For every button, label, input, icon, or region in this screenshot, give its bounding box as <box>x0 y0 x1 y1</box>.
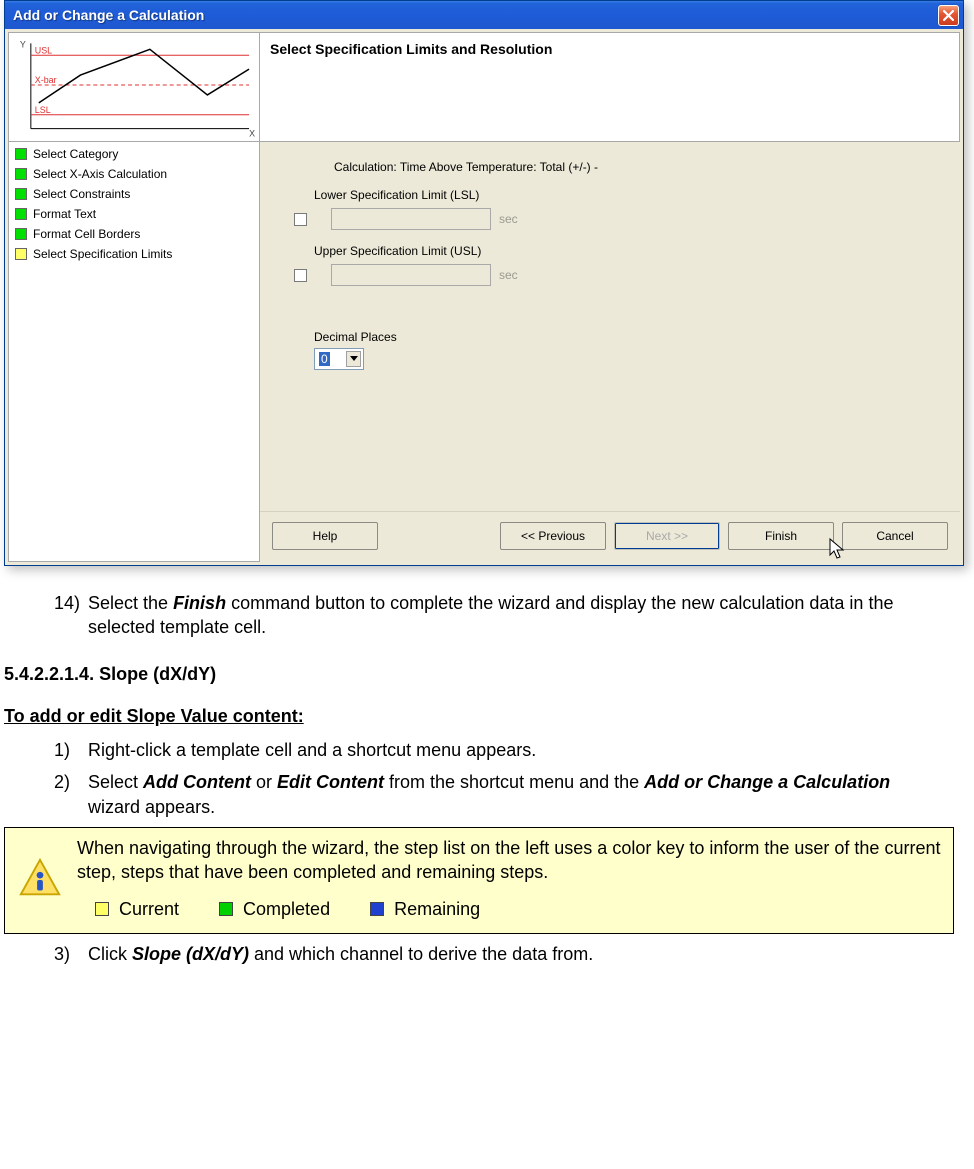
document-body: 14) Select the Finish command button to … <box>4 591 970 966</box>
step-swatch-icon <box>15 148 27 160</box>
usl-checkbox[interactable] <box>294 269 307 282</box>
wizard-left-column: Y X USL X-bar LSL Select Category Select… <box>8 32 260 562</box>
cancel-button[interactable]: Cancel <box>842 522 948 550</box>
list-number: 2) <box>54 770 82 819</box>
key-current: Current <box>95 897 179 921</box>
close-button[interactable] <box>938 5 959 26</box>
step-label: Select Category <box>33 145 118 163</box>
step-swatch-icon <box>15 208 27 220</box>
note-paragraph: When navigating through the wizard, the … <box>77 836 947 885</box>
decimal-places-value: 0 <box>319 352 330 366</box>
step-item-xaxis[interactable]: Select X-Axis Calculation <box>9 164 259 184</box>
step-swatch-icon <box>15 248 27 260</box>
decimal-places-select[interactable]: 0 <box>314 348 364 370</box>
step-item-format-borders[interactable]: Format Cell Borders <box>9 224 259 244</box>
usl-label: Upper Specification Limit (USL) <box>314 244 930 258</box>
key-remaining: Remaining <box>370 897 480 921</box>
window-title: Add or Change a Calculation <box>13 7 204 23</box>
step-label: Select Specification Limits <box>33 245 172 263</box>
usl-unit: sec <box>499 268 518 282</box>
list-text: Select Add Content or Edit Content from … <box>88 770 934 819</box>
swatch-green-icon <box>219 902 233 916</box>
lsl-checkbox[interactable] <box>294 213 307 226</box>
note-text-body: When navigating through the wizard, the … <box>77 836 947 921</box>
chevron-down-icon <box>346 351 361 367</box>
help-button[interactable]: Help <box>272 522 378 550</box>
list-number: 3) <box>54 942 82 966</box>
swatch-yellow-icon <box>95 902 109 916</box>
step-label: Select X-Axis Calculation <box>33 165 167 183</box>
step-swatch-icon <box>15 188 27 200</box>
finish-button[interactable]: Finish <box>728 522 834 550</box>
panel-body: Calculation: Time Above Temperature: Tot… <box>260 142 960 511</box>
step-swatch-icon <box>15 168 27 180</box>
step-label: Select Constraints <box>33 185 130 203</box>
wizard-dialog: Add or Change a Calculation Y X USL <box>4 0 964 566</box>
step-label: Format Cell Borders <box>33 225 140 243</box>
lsl-unit: sec <box>499 212 518 226</box>
list-item: 2) Select Add Content or Edit Content fr… <box>54 770 934 819</box>
lsl-label: Lower Specification Limit (LSL) <box>314 188 930 202</box>
step-item-format-text[interactable]: Format Text <box>9 204 259 224</box>
color-key-row: Current Completed Remaining <box>95 897 947 921</box>
step-item-spec-limits[interactable]: Select Specification Limits <box>9 244 259 264</box>
wizard-right-column: Select Specification Limits and Resoluti… <box>260 32 960 562</box>
step-item-category[interactable]: Select Category <box>9 144 259 164</box>
previous-button[interactable]: << Previous <box>500 522 606 550</box>
wizard-button-row: Help << Previous Next >> Finish Cancel <box>260 511 960 562</box>
step-label: Format Text <box>33 205 96 223</box>
wizard-step-list: Select Category Select X-Axis Calculatio… <box>8 142 260 562</box>
key-completed: Completed <box>219 897 330 921</box>
list-text: Right-click a template cell and a shortc… <box>88 738 934 762</box>
calculation-label: Calculation: Time Above Temperature: Tot… <box>334 160 930 174</box>
usl-input[interactable] <box>331 264 491 286</box>
list-item: 14) Select the Finish command button to … <box>54 591 934 640</box>
step-item-constraints[interactable]: Select Constraints <box>9 184 259 204</box>
list-text: Select the Finish command button to comp… <box>88 591 934 640</box>
svg-text:LSL: LSL <box>35 105 51 115</box>
svg-text:Y: Y <box>20 39 26 49</box>
titlebar: Add or Change a Calculation <box>5 1 963 29</box>
sub-heading: To add or edit Slope Value content: <box>4 704 970 728</box>
list-item: 3) Click Slope (dX/dY) and which channel… <box>54 942 934 966</box>
lsl-input[interactable] <box>331 208 491 230</box>
svg-text:USL: USL <box>35 45 52 55</box>
close-icon <box>943 10 954 21</box>
svg-text:X-bar: X-bar <box>35 75 57 85</box>
list-item: 1) Right-click a template cell and a sho… <box>54 738 934 762</box>
swatch-blue-icon <box>370 902 384 916</box>
section-heading: 5.4.2.2.1.4. Slope (dX/dY) <box>4 662 970 686</box>
info-note: When navigating through the wizard, the … <box>4 827 954 934</box>
svg-text:X: X <box>249 129 255 139</box>
chart-preview: Y X USL X-bar LSL <box>8 32 260 142</box>
list-number: 14) <box>54 591 82 640</box>
panel-heading: Select Specification Limits and Resoluti… <box>260 32 960 142</box>
step-swatch-icon <box>15 228 27 240</box>
info-icon <box>15 836 65 921</box>
dialog-body: Y X USL X-bar LSL Select Category Select… <box>5 29 963 565</box>
list-number: 1) <box>54 738 82 762</box>
next-button: Next >> <box>614 522 720 550</box>
list-text: Click Slope (dX/dY) and which channel to… <box>88 942 934 966</box>
decimal-places-label: Decimal Places <box>314 330 930 344</box>
